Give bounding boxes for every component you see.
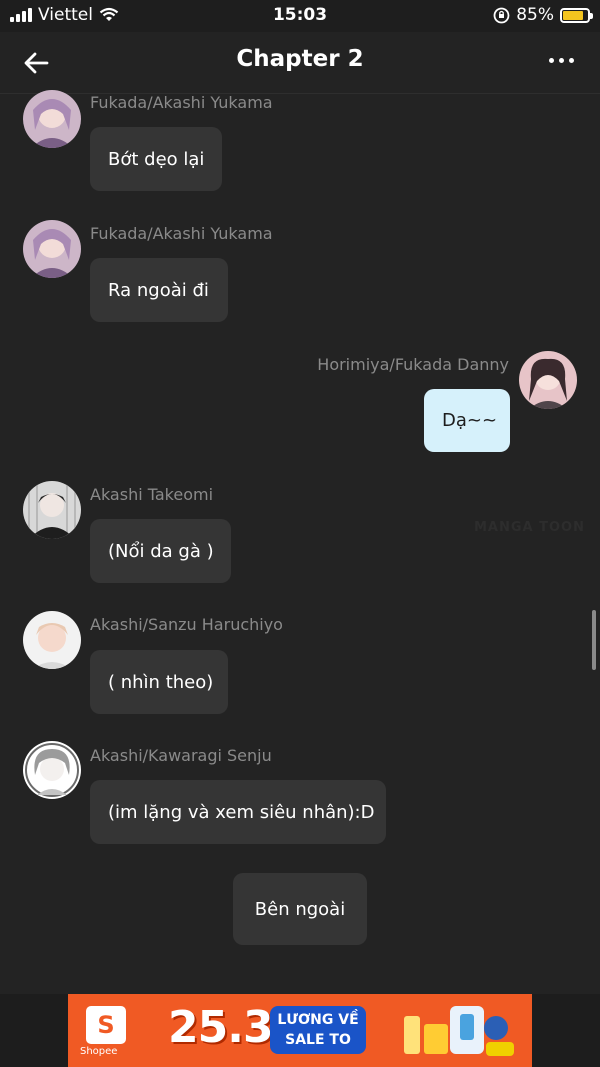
narration-bubble: Bên ngoài (233, 873, 367, 945)
more-dot (549, 58, 554, 63)
avatar-fukada-akashi-yukama[interactable] (23, 90, 81, 148)
ad-badge-line-2: SALE TO (285, 1032, 351, 1048)
avatar-akashi-takeomi[interactable] (23, 481, 81, 539)
ad-banner-container: S Shopee 25.3 LƯƠNG VỀ SALE TO (0, 994, 600, 1067)
message-bubble: (Nổi da gà ) (90, 519, 231, 583)
ad-sale-number: 25.3 (168, 1002, 274, 1053)
sender-name: Akashi/Sanzu Haruchiyo (90, 615, 283, 634)
scrollbar[interactable] (592, 610, 596, 670)
page-title: Chapter 2 (236, 46, 364, 72)
avatar-akashi-sanzu-haruchiyo[interactable] (23, 611, 81, 669)
ad-badge: LƯƠNG VỀ SALE TO (270, 1006, 366, 1054)
sender-name: Fukada/Akashi Yukama (90, 93, 273, 112)
shopee-bag-icon: S (86, 1006, 126, 1044)
sender-name: Horimiya/Fukada Danny (317, 355, 509, 374)
sender-name: Akashi Takeomi (90, 485, 214, 504)
sender-name: Fukada/Akashi Yukama (90, 224, 273, 243)
shopee-ad-banner[interactable]: S Shopee 25.3 LƯƠNG VỀ SALE TO (68, 994, 532, 1067)
battery-percent: 85% (516, 5, 554, 25)
ad-badge-line-1: LƯƠNG VỀ (277, 1012, 359, 1028)
sender-name: Akashi/Kawaragi Senju (90, 746, 272, 765)
message-bubble: ( nhìn theo) (90, 650, 228, 714)
chapter-header: Chapter 2 (0, 32, 600, 94)
battery-icon (560, 7, 593, 23)
my-message-bubble: Dạ~~ (424, 389, 510, 452)
message-bubble: Ra ngoài đi (90, 258, 228, 322)
status-right: 85% (493, 5, 593, 25)
message-bubble: (im lặng và xem siêu nhân):D (90, 780, 386, 844)
orientation-lock-icon (493, 7, 510, 23)
avatar-akashi-kawaragi-senju[interactable] (23, 741, 81, 799)
shopee-label: Shopee (80, 1046, 118, 1057)
ad-products-image (404, 1006, 514, 1056)
shopee-logo-glyph: S (97, 1011, 115, 1039)
avatar-horimiya-fukada-danny[interactable] (519, 351, 577, 409)
more-dot (559, 58, 564, 63)
message-bubble: Bớt dẹo lại (90, 127, 222, 191)
more-dot (569, 58, 574, 63)
more-options-button[interactable] (549, 58, 574, 63)
status-bar: Viettel 15:03 85% (0, 0, 600, 32)
avatar-fukada-akashi-yukama[interactable] (23, 220, 81, 278)
watermark: MANGA TOON (474, 520, 585, 535)
